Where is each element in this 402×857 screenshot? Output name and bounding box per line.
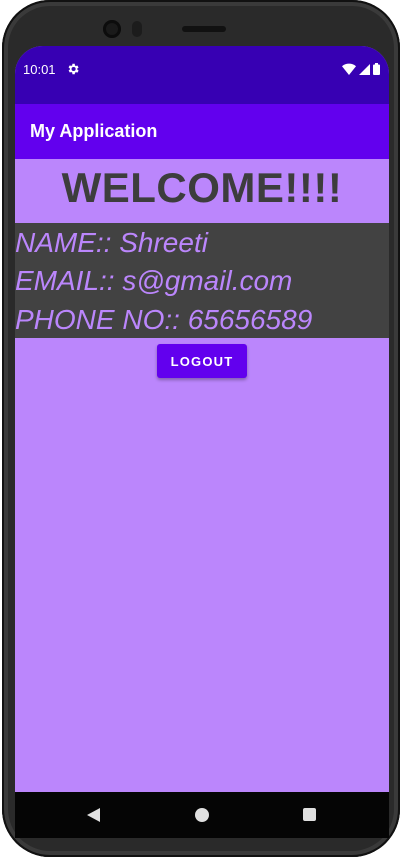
status-time: 10:01 — [23, 62, 56, 77]
app-screen: 10:01 My Application WELCOME!!!! NAME:: … — [15, 46, 389, 792]
signal-icon — [359, 63, 370, 75]
home-icon[interactable] — [195, 808, 209, 822]
logout-button[interactable]: LOGOUT — [157, 344, 247, 378]
recents-icon[interactable] — [303, 808, 316, 821]
user-info-panel: NAME:: Shreeti EMAIL:: s@gmail.com PHONE… — [15, 223, 389, 338]
user-phone-text: PHONE NO:: 65656589 — [15, 304, 313, 335]
user-email-text: EMAIL:: s@gmail.com — [15, 265, 293, 296]
user-name-text: NAME:: Shreeti — [15, 227, 208, 258]
front-camera — [103, 20, 121, 38]
settings-icon — [68, 63, 79, 75]
app-title: My Application — [30, 121, 158, 141]
app-bar: My Application — [15, 104, 389, 159]
earpiece-speaker — [182, 26, 226, 32]
navigation-bar — [15, 792, 389, 838]
battery-icon — [373, 63, 380, 75]
status-icons — [342, 63, 380, 75]
status-bar: 10:01 — [15, 46, 389, 104]
welcome-heading: WELCOME!!!! — [61, 164, 343, 211]
wifi-icon — [342, 63, 356, 75]
back-icon[interactable] — [87, 808, 100, 822]
proximity-sensor — [132, 21, 142, 37]
